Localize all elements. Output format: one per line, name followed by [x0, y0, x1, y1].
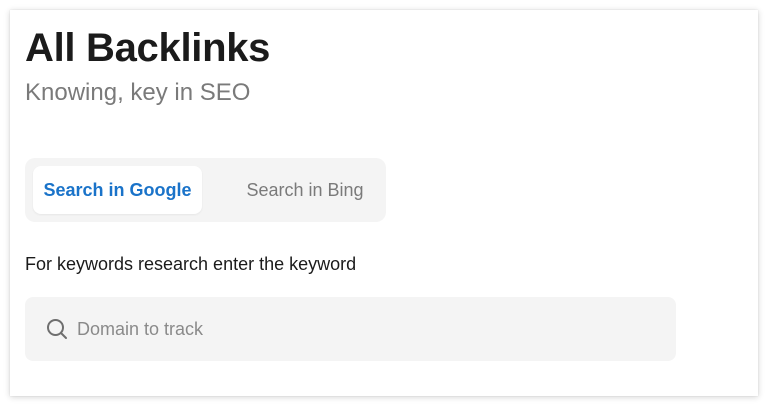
domain-search-input[interactable]: [77, 297, 657, 361]
page-subtitle: Knowing, key in SEO: [25, 79, 251, 106]
tab-search-bing[interactable]: Search in Bing: [225, 166, 385, 214]
backlinks-card: All Backlinks Knowing, key in SEO Search…: [10, 10, 758, 396]
search-engine-tabs: Search in Google Search in Bing: [25, 158, 386, 222]
domain-search-box[interactable]: [25, 297, 676, 361]
keyword-prompt: For keywords research enter the keyword: [25, 254, 357, 274]
page-title: All Backlinks: [25, 26, 271, 70]
search-icon: [46, 318, 68, 340]
tab-search-google[interactable]: Search in Google: [33, 166, 202, 214]
